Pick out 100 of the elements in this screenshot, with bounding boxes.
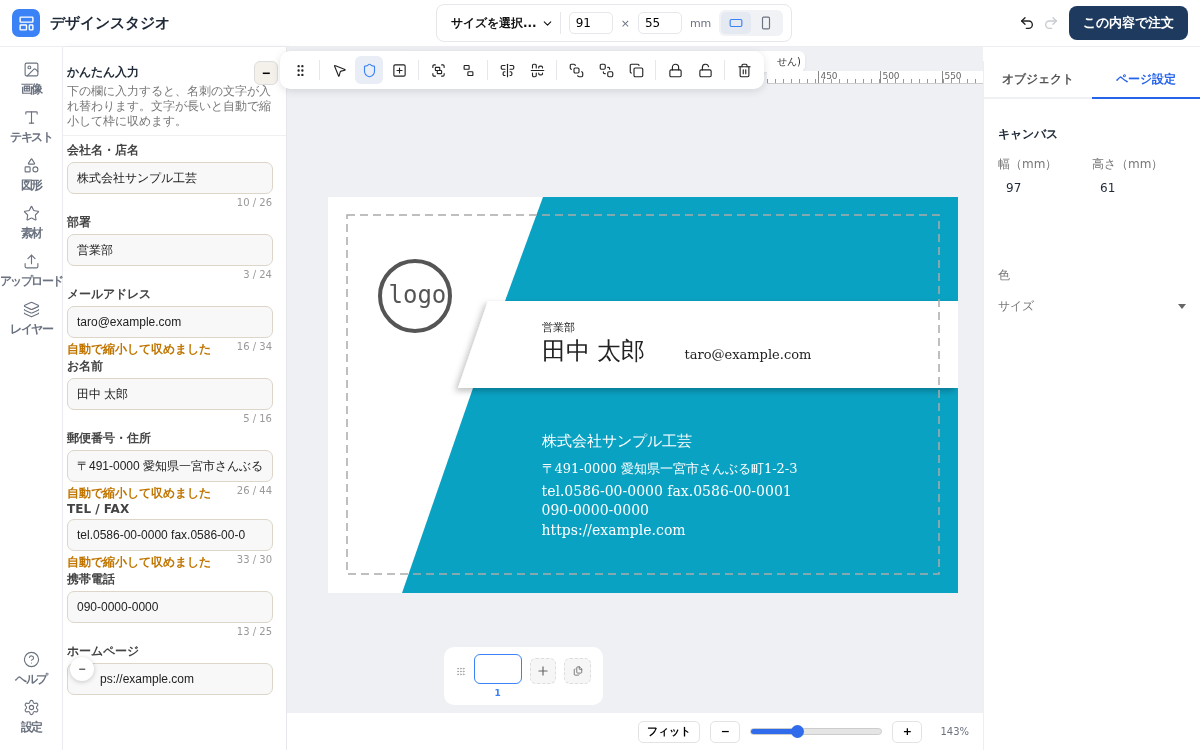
field-label: TEL / FAX — [67, 502, 131, 516]
width-label: 幅（mm） — [998, 156, 1059, 173]
char-count: 10 / 26 — [236, 197, 272, 210]
text-icon — [22, 109, 40, 126]
char-count: 5 / 16 — [243, 413, 272, 426]
trash-icon — [736, 62, 752, 78]
char-count: 16 / 34 — [236, 341, 272, 354]
field-label: 会社名・店名 — [67, 142, 140, 159]
text-input[interactable]: 田中 太郎 — [67, 378, 273, 410]
auto-shrink-note: 自動で縮小して収めました — [67, 485, 211, 498]
ruler-label: 500 — [880, 71, 900, 83]
panel-tab[interactable]: オブジェクト — [984, 61, 1092, 99]
image-icon — [22, 61, 40, 78]
card-tel-fax: tel.0586-00-0000 fax.0586-00-0001 — [541, 484, 792, 498]
settings-icon — [22, 699, 40, 716]
text-input[interactable]: 営業部 — [67, 234, 273, 266]
rail-item[interactable]: ヘルプ — [15, 651, 47, 688]
width-value: 97 — [1005, 181, 1023, 195]
card-name: 田中 太郎 — [541, 339, 646, 363]
text-input[interactable]: 090-0000-0000 — [67, 591, 273, 623]
logo-text: logo — [388, 283, 447, 307]
rail-item[interactable]: アップロード — [0, 253, 63, 290]
align-center-icon — [499, 62, 515, 78]
text-input[interactable]: tel.0586-00-0000 fax.0586-00-0 — [67, 519, 273, 551]
plus-icon — [536, 664, 550, 678]
rail-item[interactable]: 図形 — [20, 157, 42, 194]
floating-button[interactable]: − — [70, 657, 94, 681]
help-icon — [22, 651, 40, 668]
field-label: 部署 — [67, 214, 92, 231]
duplicate-page-button[interactable] — [564, 658, 591, 684]
fit-button[interactable]: フィット — [638, 720, 701, 743]
rail-item[interactable]: テキスト — [10, 109, 52, 146]
rail-item[interactable]: 画像 — [20, 61, 42, 98]
copy-icon — [572, 666, 583, 676]
app-title: デザインスタジオ — [50, 13, 170, 33]
copy-icon — [628, 62, 644, 78]
size-select[interactable]: サイズを選択... — [445, 12, 561, 34]
plus-square-icon — [391, 62, 407, 78]
auto-shrink-note: 自動で縮小して収めました — [67, 554, 211, 567]
drag-handle-icon — [456, 665, 466, 677]
section-title: キャンバス — [998, 127, 1059, 142]
front-squares-icon — [568, 62, 584, 78]
overlap-squares-icon — [430, 62, 446, 78]
slider-thumb[interactable] — [790, 725, 804, 738]
panel-title: かんたん入力 — [67, 64, 139, 81]
height-label: 高さ（mm） — [1092, 156, 1165, 173]
align-middle-icon — [529, 62, 545, 78]
panel-tab[interactable]: ページ設定 — [1092, 61, 1200, 99]
char-count: 13 / 25 — [236, 626, 272, 639]
unit-label: mm — [689, 16, 712, 30]
card-mobile: 090-0000-0000 — [541, 503, 649, 517]
panel-description: 下の欄に入力すると、名刺の文字が入れ替わります。文字が長いと自動で縮小して枠に収めます。 — [67, 84, 272, 129]
rail-item[interactable]: レイヤー — [10, 301, 52, 338]
rail-item[interactable]: 素材 — [20, 205, 42, 242]
page-thumbnail[interactable] — [473, 654, 522, 684]
landscape-rectangle-icon — [729, 16, 744, 30]
undo-icon — [1019, 15, 1035, 31]
size-label: サイズ — [998, 298, 1034, 315]
order-button[interactable]: この内容で注文 — [1069, 6, 1188, 40]
width-input[interactable]: 91 — [568, 12, 613, 34]
char-count: 3 / 24 — [243, 269, 272, 282]
card-url: https://example.com — [541, 523, 686, 537]
field-label: ホームページ — [67, 643, 140, 660]
ruler-label: 550 — [942, 71, 962, 83]
unlock-icon — [697, 62, 713, 78]
redo-icon — [1043, 15, 1059, 31]
text-input[interactable]: 〒491-0000 愛知県一宮市さんぶる — [67, 450, 273, 482]
lock-icon — [667, 62, 683, 78]
field-label: お名前 — [67, 358, 104, 375]
collapse-button[interactable]: − — [254, 61, 278, 85]
times-sign: × — [620, 16, 630, 30]
color-label: 色 — [998, 267, 1011, 284]
layout-icon — [17, 14, 35, 32]
zoom-out-button[interactable]: − — [710, 720, 741, 743]
zoom-in-button[interactable]: + — [892, 720, 923, 743]
landscape-toggle[interactable] — [721, 12, 752, 34]
height-value: 61 — [1099, 181, 1117, 195]
field-label: 携帯電話 — [67, 571, 116, 588]
card-company: 株式会社サンプル工芸 — [541, 434, 692, 449]
text-input[interactable]: taro@example.com — [67, 306, 273, 338]
star-icon — [22, 205, 40, 222]
card-address: 〒491-0000 愛知県一宮市さんぶる町1-2-3 — [541, 462, 798, 475]
char-count: 26 / 44 — [236, 485, 272, 498]
card-department: 営業部 — [541, 322, 575, 333]
offset-squares-icon — [460, 62, 476, 78]
add-page-button[interactable] — [529, 658, 557, 684]
height-input[interactable]: 55 — [637, 12, 682, 34]
rail-item[interactable]: 設定 — [15, 699, 47, 736]
zoom-slider[interactable] — [750, 728, 883, 735]
page-number: 1 — [494, 688, 501, 698]
shapes-icon — [22, 157, 40, 174]
pointer-icon — [331, 62, 347, 78]
field-label: 郵便番号・住所 — [67, 430, 152, 447]
auto-shrink-note: 自動で縮小して収めました — [67, 341, 211, 354]
back-squares-icon — [598, 62, 614, 78]
char-count: 33 / 30 — [236, 554, 272, 567]
card-email: taro@example.com — [684, 348, 812, 361]
dropdown-caret-icon — [1178, 304, 1186, 309]
field-label: メールアドレス — [67, 286, 152, 303]
text-input[interactable]: 株式会社サンプル工芸 — [67, 162, 273, 194]
